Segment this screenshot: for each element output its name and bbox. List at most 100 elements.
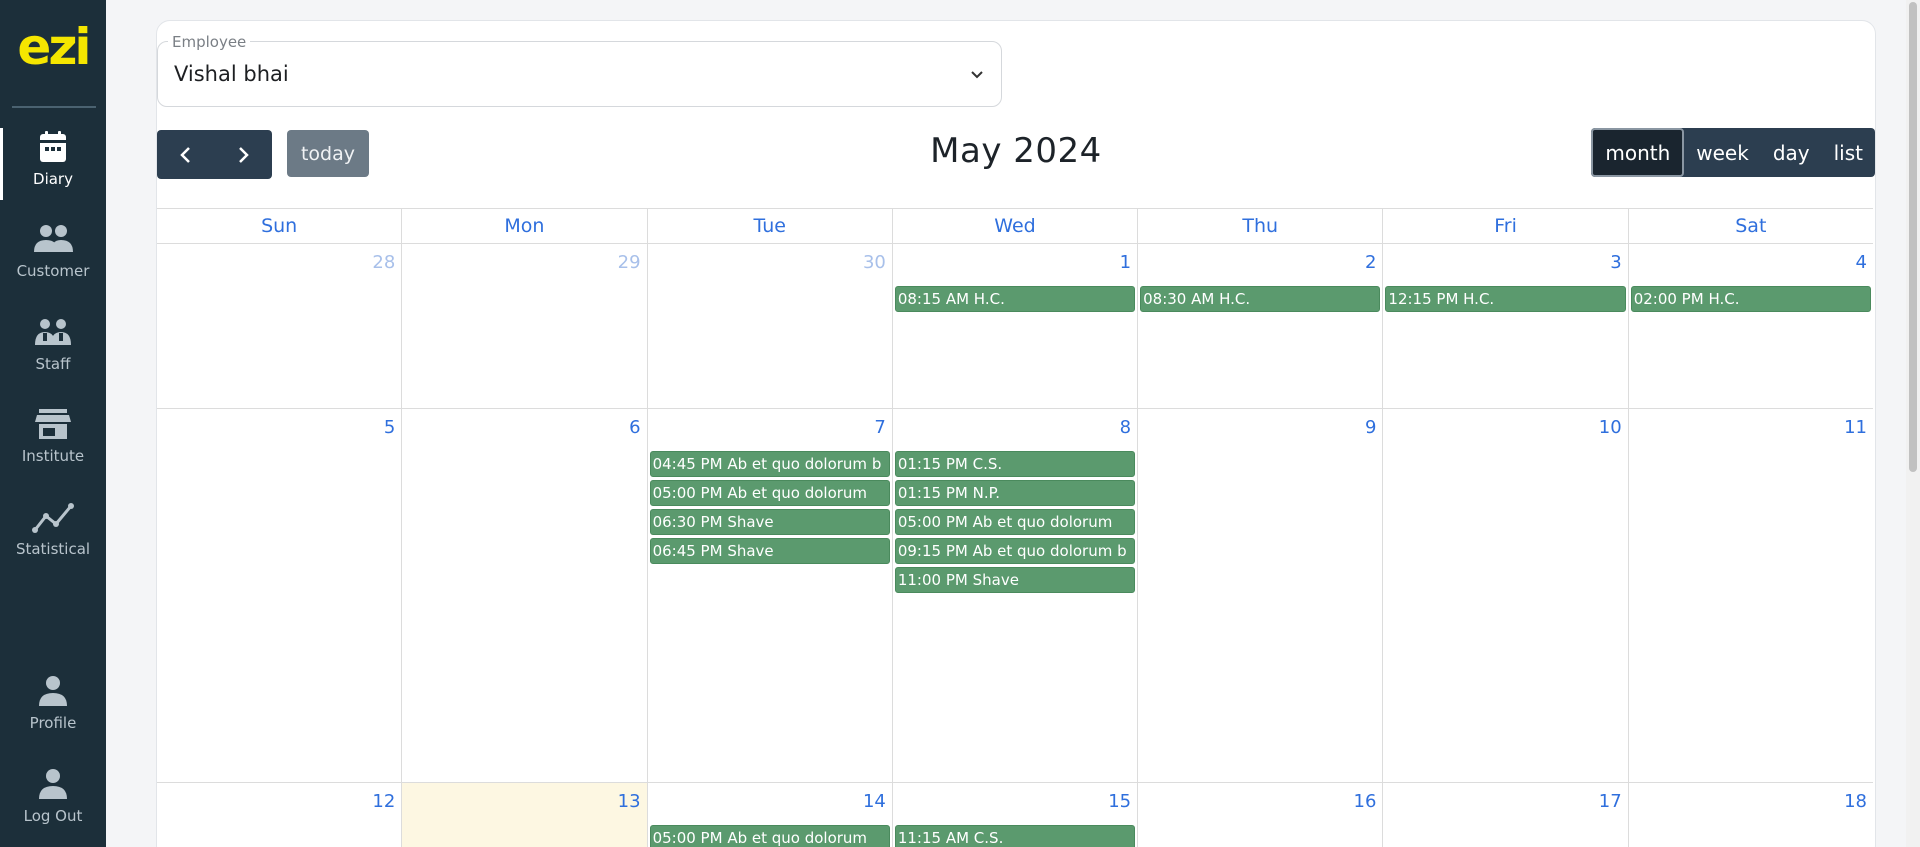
view-list-button[interactable]: list bbox=[1822, 128, 1875, 177]
sidebar-item-institute[interactable]: Institute bbox=[0, 405, 106, 477]
day-number[interactable]: 8 bbox=[1120, 417, 1131, 438]
day-cell[interactable]: 9 bbox=[1137, 409, 1382, 782]
calendar-event[interactable]: 05:00 PM Ab et quo dolorum bbox=[649, 480, 890, 506]
day-cell[interactable]: 10 bbox=[1382, 409, 1627, 782]
person-icon bbox=[39, 676, 67, 706]
day-cell[interactable]: 30 bbox=[646, 244, 892, 408]
day-cell[interactable]: 14 05:00 PM Ab et quo dolorum bbox=[646, 783, 892, 847]
day-cell[interactable]: 1 08:15 AM H.C. bbox=[891, 244, 1137, 408]
day-number[interactable]: 12 bbox=[372, 791, 395, 812]
calendar-event[interactable]: 02:00 PM H.C. bbox=[1630, 286, 1871, 312]
day-cell[interactable]: 18 bbox=[1627, 783, 1873, 847]
staff-icon bbox=[35, 319, 71, 345]
day-cell[interactable]: 29 bbox=[401, 244, 646, 408]
calendar-event[interactable]: 06:45 PM Shave bbox=[649, 538, 890, 564]
sidebar-item-label: Diary bbox=[33, 170, 73, 188]
day-cell[interactable]: 11 bbox=[1627, 409, 1873, 782]
day-number[interactable]: 29 bbox=[618, 252, 641, 273]
day-events: 02:00 PM H.C. bbox=[1630, 286, 1871, 315]
calendar-event[interactable]: 05:00 PM Ab et quo dolorum bbox=[894, 509, 1136, 535]
weekday-header-cell[interactable]: Sat bbox=[1627, 209, 1873, 243]
app-logo: ezi bbox=[17, 18, 91, 76]
day-number[interactable]: 2 bbox=[1365, 252, 1376, 273]
day-cell[interactable]: 6 bbox=[401, 409, 646, 782]
scrollbar[interactable] bbox=[1906, 0, 1920, 847]
day-cell[interactable]: 28 bbox=[157, 244, 401, 408]
sidebar-item-profile[interactable]: Profile bbox=[0, 672, 106, 744]
day-events: 11:15 AM C.S. bbox=[894, 825, 1136, 847]
calendar-event[interactable]: 05:00 PM Ab et quo dolorum bbox=[649, 825, 890, 847]
day-cell[interactable]: 4 02:00 PM H.C. bbox=[1627, 244, 1873, 408]
calendar-event[interactable]: 06:30 PM Shave bbox=[649, 509, 890, 535]
day-cell[interactable]: 16 bbox=[1137, 783, 1382, 847]
weekday-header-cell[interactable]: Fri bbox=[1382, 209, 1627, 243]
day-number[interactable]: 4 bbox=[1856, 252, 1867, 273]
day-cell[interactable]: 17 bbox=[1382, 783, 1627, 847]
day-events: 01:15 PM C.S. 01:15 PM N.P. 05:00 PM Ab et… bbox=[894, 451, 1136, 596]
sidebar-item-label: Staff bbox=[35, 355, 71, 373]
day-number[interactable]: 14 bbox=[863, 791, 886, 812]
day-number[interactable]: 9 bbox=[1365, 417, 1376, 438]
view-month-button[interactable]: month bbox=[1591, 128, 1685, 177]
day-number[interactable]: 28 bbox=[372, 252, 395, 273]
calendar-event[interactable]: 12:15 PM H.C. bbox=[1385, 286, 1626, 312]
sidebar-item-label: Statistical bbox=[15, 540, 91, 558]
sidebar-item-staff[interactable]: Staff bbox=[0, 313, 106, 385]
day-number[interactable]: 15 bbox=[1108, 791, 1131, 812]
sidebar-item-label: Customer bbox=[16, 262, 90, 280]
sidebar-item-logout[interactable]: Log Out bbox=[0, 765, 106, 837]
day-cell[interactable]: 8 01:15 PM C.S. 01:15 PM N.P. 05:00 PM Ab e… bbox=[891, 409, 1137, 782]
day-number[interactable]: 6 bbox=[629, 417, 640, 438]
month-grid: Sun Mon Tue Wed Thu Fri Sat 28 29 30 1 08:15… bbox=[157, 208, 1873, 847]
day-number[interactable]: 13 bbox=[618, 791, 641, 812]
weekday-header-cell[interactable]: Sun bbox=[157, 209, 401, 243]
view-day-button[interactable]: day bbox=[1761, 128, 1822, 177]
weekday-header-cell[interactable]: Tue bbox=[646, 209, 892, 243]
day-cell[interactable]: 2 08:30 AM H.C. bbox=[1137, 244, 1382, 408]
calendar-event[interactable]: 09:15 PM Ab et quo dolorum b bbox=[894, 538, 1136, 564]
day-cell[interactable]: 3 12:15 PM H.C. bbox=[1382, 244, 1627, 408]
sidebar-item-statistical[interactable]: Statistical bbox=[0, 498, 106, 570]
view-switcher: month week day list bbox=[1591, 128, 1875, 177]
week-row: 12 13 14 05:00 PM Ab et quo dolorum 15 11:15 … bbox=[157, 783, 1873, 847]
day-events: 08:30 AM H.C. bbox=[1140, 286, 1381, 315]
calendar-event[interactable]: 11:15 AM C.S. bbox=[894, 825, 1136, 847]
day-number[interactable]: 18 bbox=[1844, 791, 1867, 812]
day-cell[interactable]: 7 04:45 PM Ab et quo dolorum b 05:00 PM Ab… bbox=[646, 409, 892, 782]
day-number[interactable]: 3 bbox=[1610, 252, 1621, 273]
weekday-header: Sun Mon Tue Wed Thu Fri Sat bbox=[157, 208, 1873, 244]
calendar-event[interactable]: 08:30 AM H.C. bbox=[1140, 286, 1381, 312]
calendar-event[interactable]: 04:45 PM Ab et quo dolorum b bbox=[649, 451, 890, 477]
day-number[interactable]: 7 bbox=[874, 417, 885, 438]
employee-label: Employee bbox=[168, 33, 251, 51]
calendar-event[interactable]: 11:00 PM Shave bbox=[894, 567, 1136, 593]
calendar-event[interactable]: 08:15 AM H.C. bbox=[894, 286, 1136, 312]
day-events: 12:15 PM H.C. bbox=[1385, 286, 1626, 315]
sidebar-item-diary[interactable]: Diary bbox=[0, 128, 106, 200]
employee-select[interactable]: Employee Vishal bhai bbox=[157, 33, 1002, 107]
day-number[interactable]: 16 bbox=[1354, 791, 1377, 812]
day-cell[interactable]: 12 bbox=[157, 783, 401, 847]
sidebar-item-customer[interactable]: Customer bbox=[0, 220, 106, 292]
week-rows: 28 29 30 1 08:15 AM H.C. 2 08:30 AM H.C. 3 12:15… bbox=[157, 244, 1873, 847]
calendar-event[interactable]: 01:15 PM C.S. bbox=[894, 451, 1136, 477]
day-number[interactable]: 11 bbox=[1844, 417, 1867, 438]
day-cell[interactable]: 5 bbox=[157, 409, 401, 782]
weekday-header-cell[interactable]: Mon bbox=[401, 209, 646, 243]
day-number[interactable]: 1 bbox=[1120, 252, 1131, 273]
day-number[interactable]: 17 bbox=[1599, 791, 1622, 812]
weekday-header-cell[interactable]: Wed bbox=[891, 209, 1137, 243]
weekday-header-cell[interactable]: Thu bbox=[1137, 209, 1382, 243]
chevron-down-icon bbox=[971, 71, 983, 79]
calendar-event[interactable]: 01:15 PM N.P. bbox=[894, 480, 1136, 506]
sidebar: ezi Diary Customer Staff Institute Stati… bbox=[0, 0, 106, 847]
day-number[interactable]: 5 bbox=[384, 417, 395, 438]
scrollbar-thumb[interactable] bbox=[1909, 2, 1917, 472]
day-events: 08:15 AM H.C. bbox=[894, 286, 1136, 315]
day-cell[interactable]: 13 bbox=[401, 783, 647, 847]
day-cell[interactable]: 15 11:15 AM C.S. bbox=[891, 783, 1137, 847]
day-number[interactable]: 30 bbox=[863, 252, 886, 273]
view-week-button[interactable]: week bbox=[1684, 128, 1761, 177]
day-number[interactable]: 10 bbox=[1599, 417, 1622, 438]
week-row: 28 29 30 1 08:15 AM H.C. 2 08:30 AM H.C. 3 12:15… bbox=[157, 244, 1873, 409]
